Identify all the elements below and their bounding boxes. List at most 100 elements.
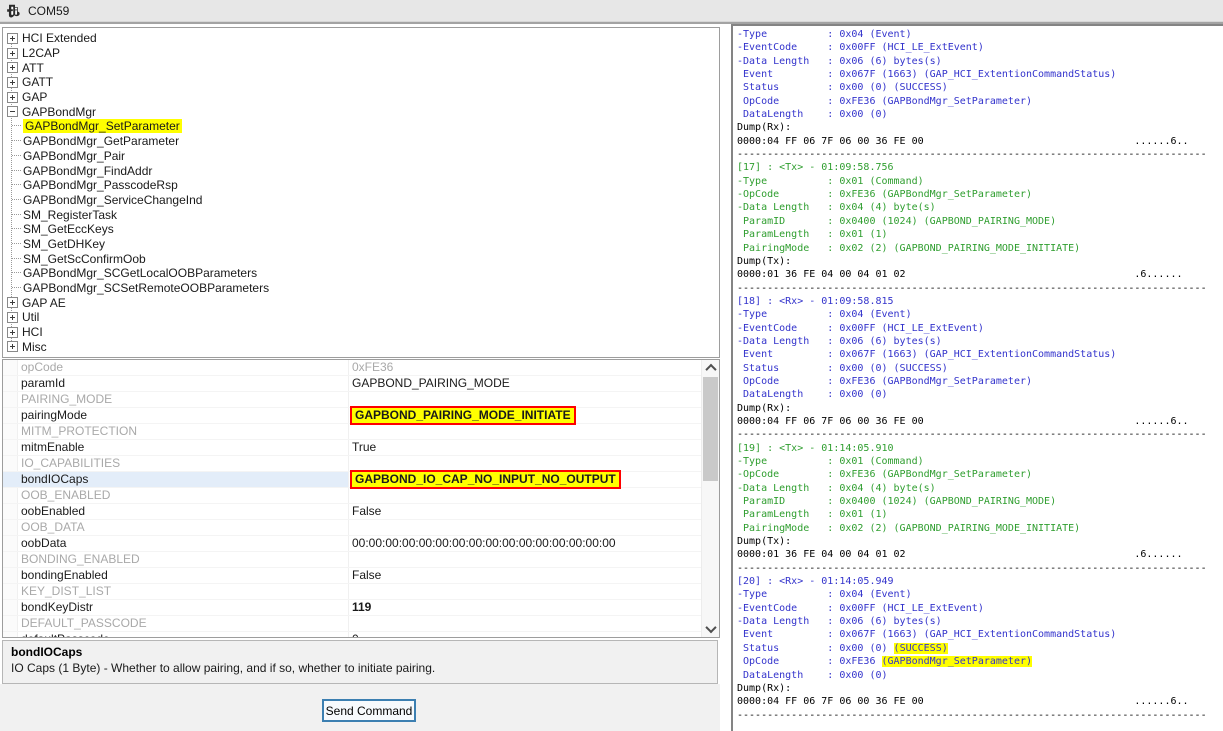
highlighted-value: GAPBOND_PAIRING_MODE_INITIATE bbox=[350, 406, 576, 425]
tree-item[interactable]: GAPBondMgr_FindAddr bbox=[3, 163, 719, 178]
parameter-value[interactable]: GAPBOND_PAIRING_MODE_INITIATE bbox=[349, 408, 702, 423]
expand-icon[interactable] bbox=[7, 327, 18, 338]
log-line: Event : 0x067F (1663) (GAP_HCI_Extention… bbox=[737, 68, 1223, 81]
tree-item[interactable]: SM_RegisterTask bbox=[3, 207, 719, 222]
tree-item[interactable]: GAP AE bbox=[3, 295, 719, 310]
parameter-value[interactable] bbox=[349, 424, 702, 439]
grid-row[interactable]: DEFAULT_PASSCODE bbox=[3, 616, 702, 632]
tree-item-label: SM_GetDHKey bbox=[23, 237, 105, 251]
grid-row[interactable]: defaultPasscode0 bbox=[3, 632, 702, 638]
tree-item-label: GAPBondMgr_SetParameter bbox=[23, 119, 182, 133]
log-line: -Type : 0x04 (Event) bbox=[737, 588, 1223, 601]
parameter-value[interactable]: 119 bbox=[349, 600, 702, 615]
parameter-grid[interactable]: opCode0xFE36paramIdGAPBOND_PAIRING_MODEP… bbox=[2, 359, 720, 638]
collapse-icon[interactable] bbox=[7, 106, 18, 117]
window-title: COM59 bbox=[28, 4, 69, 18]
tree-item[interactable]: GAPBondMgr_SetParameter bbox=[3, 119, 719, 134]
log-line: -Data Length : 0x06 (6) bytes(s) bbox=[737, 55, 1223, 68]
tree-item[interactable]: SM_GetDHKey bbox=[3, 237, 719, 252]
tree-item-label: GAPBondMgr_ServiceChangeInd bbox=[23, 193, 202, 207]
parameter-value[interactable] bbox=[349, 616, 702, 631]
expand-icon[interactable] bbox=[7, 48, 18, 59]
tree-item-label: Misc bbox=[22, 340, 47, 354]
parameter-value[interactable] bbox=[349, 488, 702, 503]
grid-row[interactable]: mitmEnableTrue bbox=[3, 440, 702, 456]
log-line: [18] : <Rx> - 01:09:58.815 bbox=[737, 295, 1223, 308]
parameter-value[interactable]: False bbox=[349, 504, 702, 519]
expand-icon[interactable] bbox=[7, 77, 18, 88]
tree-item[interactable]: GAPBondMgr_PasscodeRsp bbox=[3, 178, 719, 193]
parameter-value[interactable] bbox=[349, 520, 702, 535]
parameter-name: bondingEnabled bbox=[3, 568, 349, 583]
parameter-value[interactable]: True bbox=[349, 440, 702, 455]
tree-item[interactable]: SM_GetEccKeys bbox=[3, 222, 719, 237]
scroll-down-button[interactable] bbox=[702, 621, 719, 637]
tree-item[interactable]: GAPBondMgr_GetParameter bbox=[3, 134, 719, 149]
log-line: 0000:04 FF 06 7F 06 00 36 FE 00 ......6.… bbox=[737, 695, 1223, 708]
parameter-name: oobEnabled bbox=[3, 504, 349, 519]
parameter-value[interactable] bbox=[349, 552, 702, 567]
tree-item[interactable]: Misc bbox=[3, 339, 719, 354]
parameter-value[interactable]: GAPBOND_IO_CAP_NO_INPUT_NO_OUTPUT bbox=[349, 472, 702, 487]
tree-item[interactable]: HCI bbox=[3, 325, 719, 340]
grid-row[interactable]: pairingModeGAPBOND_PAIRING_MODE_INITIATE bbox=[3, 408, 702, 424]
grid-row[interactable]: oobData00:00:00:00:00:00:00:00:00:00:00:… bbox=[3, 536, 702, 552]
grid-row[interactable]: OOB_DATA bbox=[3, 520, 702, 536]
parameter-value[interactable]: False bbox=[349, 568, 702, 583]
message-log-panel[interactable]: -Type : 0x04 (Event)-EventCode : 0x00FF … bbox=[731, 24, 1223, 731]
tree-connector bbox=[12, 214, 21, 216]
expand-icon[interactable] bbox=[7, 62, 18, 73]
expand-icon[interactable] bbox=[7, 312, 18, 323]
log-line: -Data Length : 0x06 (6) bytes(s) bbox=[737, 615, 1223, 628]
parameter-value[interactable]: 0 bbox=[349, 632, 702, 638]
parameter-value[interactable]: GAPBOND_PAIRING_MODE bbox=[349, 376, 702, 391]
grid-row[interactable]: bondKeyDistr119 bbox=[3, 600, 702, 616]
chevron-down-icon bbox=[705, 622, 716, 633]
tree-item-label: GAPBondMgr_FindAddr bbox=[23, 164, 152, 178]
tree-item[interactable]: GAPBondMgr_Pair bbox=[3, 149, 719, 164]
log-line: -Data Length : 0x06 (6) bytes(s) bbox=[737, 335, 1223, 348]
parameter-name: oobData bbox=[3, 536, 349, 551]
tree-item[interactable]: HCI Extended bbox=[3, 31, 719, 46]
tree-item-label: Util bbox=[22, 310, 39, 324]
log-highlight: (SUCCESS) bbox=[894, 643, 948, 654]
parameter-value[interactable] bbox=[349, 392, 702, 407]
expand-icon[interactable] bbox=[7, 33, 18, 44]
parameter-name: OOB_DATA bbox=[3, 520, 349, 535]
ti-logo-icon bbox=[6, 4, 21, 18]
grid-row[interactable]: OOB_ENABLED bbox=[3, 488, 702, 504]
grid-vertical-scrollbar[interactable] bbox=[701, 360, 719, 637]
send-command-button[interactable]: Send Command bbox=[322, 699, 416, 722]
grid-row[interactable]: MITM_PROTECTION bbox=[3, 424, 702, 440]
grid-row[interactable]: oobEnabledFalse bbox=[3, 504, 702, 520]
parameter-value[interactable] bbox=[349, 584, 702, 599]
tree-item[interactable]: GAP bbox=[3, 90, 719, 105]
grid-row[interactable]: KEY_DIST_LIST bbox=[3, 584, 702, 600]
grid-row[interactable]: bondIOCapsGAPBOND_IO_CAP_NO_INPUT_NO_OUT… bbox=[3, 472, 702, 488]
scroll-up-button[interactable] bbox=[702, 360, 719, 376]
parameter-value[interactable]: 0xFE36 bbox=[349, 360, 702, 375]
tree-item-label: HCI Extended bbox=[22, 31, 97, 45]
tree-item[interactable]: GAPBondMgr_ServiceChangeInd bbox=[3, 193, 719, 208]
grid-row[interactable]: opCode0xFE36 bbox=[3, 360, 702, 376]
log-line: 0000:04 FF 06 7F 06 00 36 FE 00 ......6.… bbox=[737, 415, 1223, 428]
protocol-tree-panel[interactable]: HCI ExtendedL2CAPATTGATTGAPGAPBondMgrGAP… bbox=[2, 27, 720, 358]
expand-icon[interactable] bbox=[7, 297, 18, 308]
parameter-name: pairingMode bbox=[3, 408, 349, 423]
tree-item[interactable]: GAPBondMgr_SCSetRemoteOOBParameters bbox=[3, 281, 719, 296]
tree-item[interactable]: GAPBondMgr_SCGetLocalOOBParameters bbox=[3, 266, 719, 281]
grid-row[interactable]: paramIdGAPBOND_PAIRING_MODE bbox=[3, 376, 702, 392]
tree-item[interactable]: GAPBondMgr bbox=[3, 104, 719, 119]
scrollbar-thumb[interactable] bbox=[703, 377, 718, 481]
tree-item[interactable]: SM_GetScConfirmOob bbox=[3, 251, 719, 266]
tree-item[interactable]: ATT bbox=[3, 60, 719, 75]
grid-row[interactable]: BONDING_ENABLED bbox=[3, 552, 702, 568]
grid-row[interactable]: bondingEnabledFalse bbox=[3, 568, 702, 584]
expand-icon[interactable] bbox=[7, 341, 18, 352]
parameter-value[interactable]: 00:00:00:00:00:00:00:00:00:00:00:00:00:0… bbox=[349, 536, 702, 551]
expand-icon[interactable] bbox=[7, 92, 18, 103]
tree-item[interactable]: L2CAP bbox=[3, 46, 719, 61]
parameter-value[interactable] bbox=[349, 456, 702, 471]
tree-item[interactable]: GATT bbox=[3, 75, 719, 90]
tree-item[interactable]: Util bbox=[3, 310, 719, 325]
